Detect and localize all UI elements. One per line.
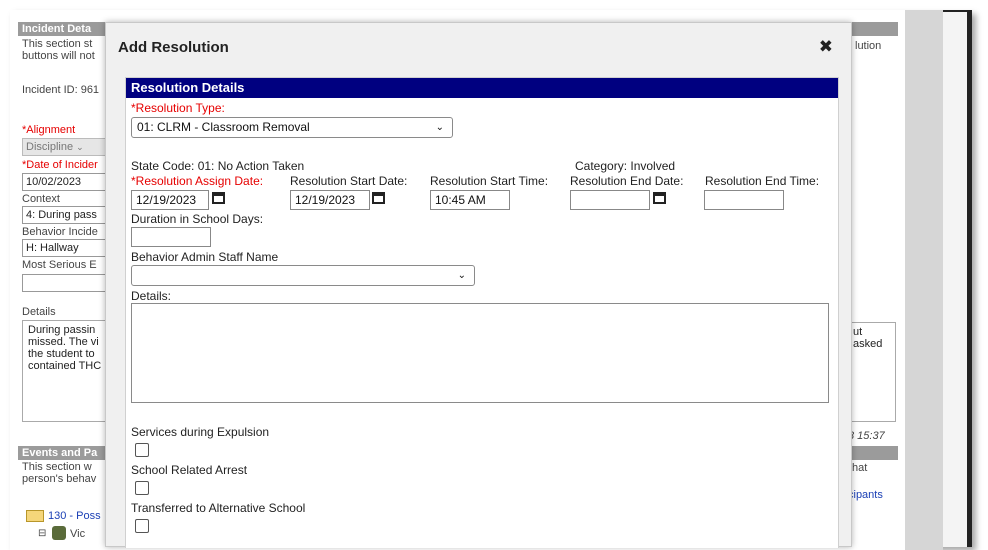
tree-subitem[interactable]: Vic	[70, 528, 110, 540]
calendar-icon[interactable]	[372, 192, 385, 204]
context-select[interactable]: 4: During pass	[22, 206, 112, 224]
resolution-type-select[interactable]: 01: CLRM - Classroom Removal ⌄	[131, 117, 453, 138]
duration-input[interactable]	[131, 227, 211, 247]
behavior-incident-select[interactable]: H: Hallway	[22, 239, 112, 257]
details-right-line: ut	[853, 326, 863, 338]
resolution-type-label: *Resolution Type:	[131, 101, 225, 115]
school-related-arrest-label: School Related Arrest	[131, 463, 248, 477]
alignment-label: *Alignment	[22, 124, 76, 136]
calendar-icon[interactable]	[212, 192, 225, 204]
calendar-icon[interactable]	[653, 192, 666, 204]
person-icon	[52, 526, 66, 540]
end-time-label: Resolution End Time:	[705, 174, 820, 188]
date-of-incident-label: *Date of Incider	[22, 159, 98, 171]
start-time-input[interactable]: 10:45 AM	[430, 190, 510, 210]
most-serious-label: Most Serious E	[22, 259, 97, 271]
events-note-line2: person's behav	[22, 473, 97, 485]
details-line: missed. The vi	[28, 336, 99, 348]
events-note-line1: This section w	[22, 461, 92, 473]
chevron-down-icon: ⌄	[457, 270, 466, 281]
context-label: Context	[22, 193, 60, 205]
end-date-input[interactable]	[570, 190, 650, 210]
close-icon[interactable]: ✖	[819, 37, 833, 57]
behavior-incident-label: Behavior Incide	[22, 226, 98, 238]
details-right-fragment: ut asked	[848, 322, 896, 422]
section-note-line2: buttons will not	[22, 50, 95, 62]
start-time-label: Resolution Start Time:	[430, 174, 549, 188]
services-during-expulsion-label: Services during Expulsion	[131, 425, 270, 439]
transferred-alt-school-checkbox[interactable]	[135, 519, 149, 533]
chevron-down-icon: ⌄	[435, 122, 444, 133]
add-resolution-modal: Add Resolution ✖ Resolution Details *Res…	[105, 22, 852, 548]
assign-date-input[interactable]: 12/19/2023	[131, 190, 209, 210]
duration-label: Duration in School Days:	[131, 212, 264, 226]
details-line: contained THC	[28, 360, 102, 372]
end-time-input[interactable]	[704, 190, 784, 210]
state-code: State Code: 01: No Action Taken	[131, 159, 305, 173]
school-related-arrest-checkbox[interactable]	[135, 481, 149, 495]
details-line: the student to	[28, 348, 95, 360]
category: Category: Involved	[575, 159, 676, 173]
tree-expand-icon[interactable]: ⊟	[38, 528, 48, 540]
staff-name-select[interactable]: ⌄	[131, 265, 475, 286]
most-serious-select[interactable]	[22, 274, 112, 292]
end-date-label: Resolution End Date:	[570, 174, 684, 188]
transferred-alt-school-label: Transferred to Alternative School	[131, 501, 306, 515]
details-right-line: asked	[853, 338, 883, 350]
date-of-incident-input[interactable]: 10/02/2023	[22, 173, 106, 191]
right-scroll-column	[905, 10, 943, 550]
alignment-select[interactable]: Discipline ⌄	[22, 138, 112, 156]
resolution-form: Resolution Details *Resolution Type: 01:…	[125, 77, 839, 548]
incident-id: Incident ID: 961	[22, 84, 100, 96]
right-fragment-1: lution	[855, 40, 882, 52]
details-label: Details:	[131, 289, 172, 303]
folder-icon	[26, 510, 44, 522]
modal-title: Add Resolution	[118, 39, 229, 56]
details-textarea[interactable]: During passin missed. The vi the student…	[22, 320, 114, 422]
section-title: Resolution Details	[126, 78, 838, 98]
right-fragment-2: hat	[852, 462, 868, 474]
start-date-label: Resolution Start Date:	[290, 174, 408, 188]
resolution-type-value: 01: CLRM - Classroom Removal	[137, 120, 310, 134]
staff-name-label: Behavior Admin Staff Name	[131, 250, 279, 264]
details-textarea[interactable]	[131, 303, 829, 403]
details-line: During passin	[28, 324, 96, 336]
timestamp-fragment: 3 15:37	[848, 430, 885, 442]
tree-item-130[interactable]: 130 - Poss	[48, 510, 112, 522]
details-label: Details	[22, 306, 56, 318]
services-during-expulsion-checkbox[interactable]	[135, 443, 149, 457]
start-date-input[interactable]: 12/19/2023	[290, 190, 370, 210]
participants-link[interactable]: cipants	[848, 489, 896, 501]
section-note-line1: This section st	[22, 38, 93, 50]
assign-date-label: *Resolution Assign Date:	[131, 174, 264, 188]
